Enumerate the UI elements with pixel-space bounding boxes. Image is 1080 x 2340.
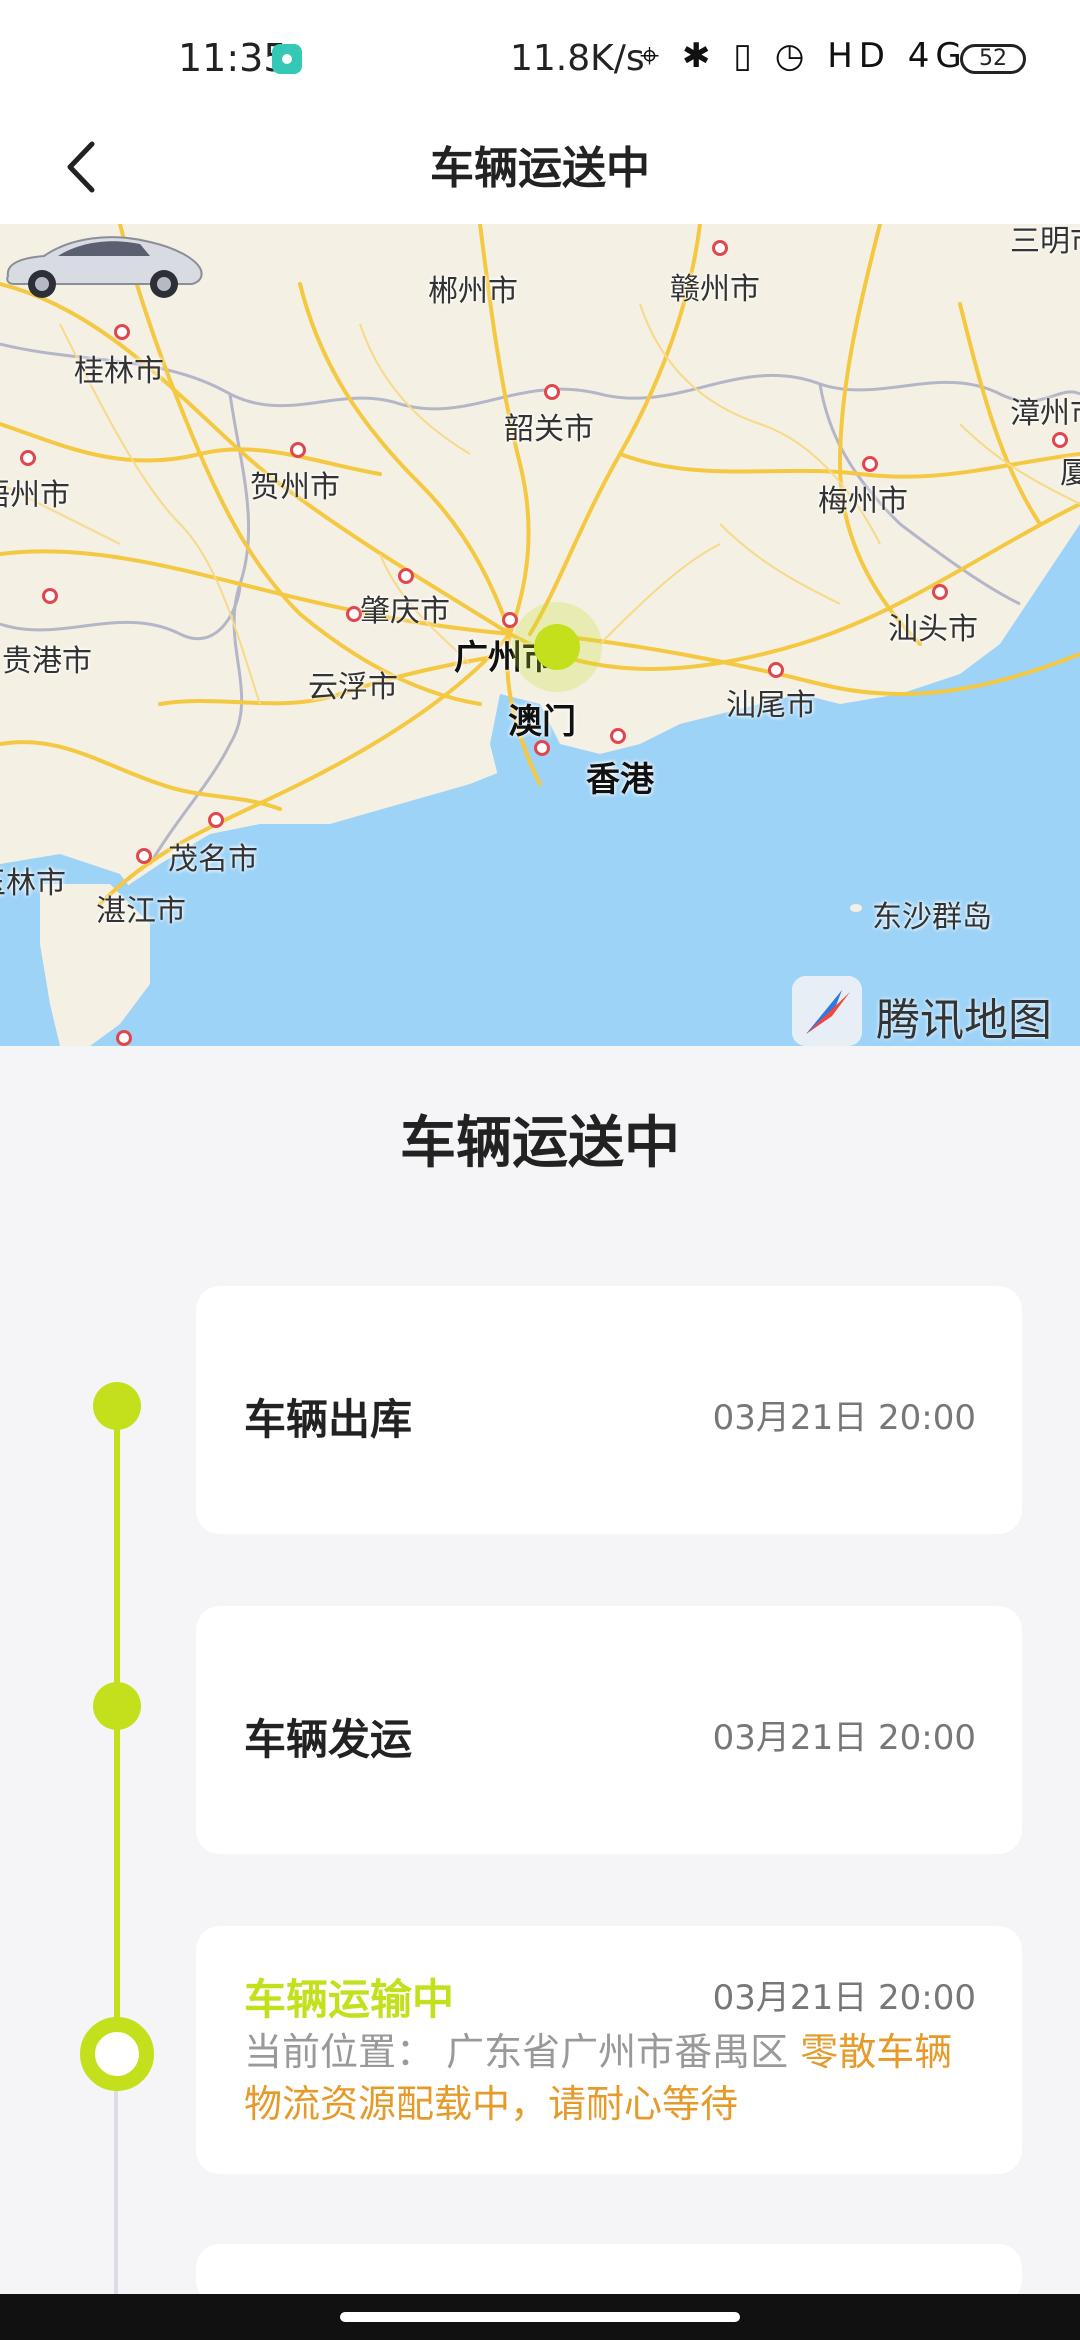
city-marker [610,728,626,744]
map-label-chenzhou: 郴州市 [428,274,518,309]
map-label-xiamen: 厦门 [1060,456,1080,491]
map-label-dongsha: 东沙群岛 [872,900,992,935]
city-marker [768,662,784,678]
timeline-card: 车辆出库 03月21日 20:00 [196,1286,1022,1534]
city-marker [290,442,306,458]
map-label-guigang: 贵港市 [2,644,92,679]
timeline-card: 车辆发运 03月21日 20:00 [196,1606,1022,1854]
city-marker [1052,432,1068,448]
map-brand-text: 腾讯地图 [876,995,1052,1046]
timeline-card-current: 车辆运输中 03月21日 20:00 当前位置： 广东省广州市番禺区 零散车辆物… [196,1926,1022,2174]
timeline-card-title: 车辆运输中 [244,1975,455,2024]
map-label-zhangzhou: 漳州市 [1010,396,1080,431]
map-label-hongkong: 香港 [586,760,654,800]
timeline-dot-done [93,1682,141,1730]
city-marker [502,612,518,628]
map-label-macau: 澳门 [508,702,576,742]
map-label-meizhou: 梅州市 [818,484,908,519]
nav-bar: 车辆运送中 [0,110,1080,224]
timeline-dot-done [93,1382,141,1430]
location-value: 广东省广州市番禺区 [446,2030,789,2074]
map-label-shantou: 汕头市 [888,612,978,647]
section-title: 车辆运送中 [400,1111,680,1176]
map-label-hezhou: 贺州市 [250,470,340,505]
city-marker [208,812,224,828]
tencent-map-logo-icon [792,976,862,1046]
timeline-card-time: 03月21日 20:00 [712,1978,976,2018]
timeline-card-time: 03月21日 20:00 [712,1718,976,1758]
map-label-yunfu: 云浮市 [308,670,398,705]
network-speed: 11.8K/s [510,38,645,79]
map-label-shaoguan: 韶关市 [504,412,594,447]
timeline-card-title: 车辆出库 [244,1395,413,1444]
map-label-zhaoqing: 肇庆市 [360,594,450,629]
current-location-marker [534,624,580,670]
shield-icon [272,44,302,74]
city-marker [862,456,878,472]
city-marker [712,240,728,256]
timeline-card-title: 车辆发运 [244,1715,413,1764]
city-marker [116,1030,132,1046]
map-label-wuzhou: 梧州市 [0,478,70,513]
map-label-yulin: 玉林市 [0,866,66,901]
city-marker [20,450,36,466]
map-label-ganzhou: 赣州市 [670,272,760,307]
map-label-zhanjiang: 湛江市 [96,894,186,929]
timeline-card-time: 03月21日 20:00 [712,1398,976,1438]
location-label: 当前位置： [244,2030,435,2074]
timeline-dot-current [80,2017,154,2091]
map-view[interactable]: 三明市 郴州市 赣州市 桂林市 韶关市 漳州市 贺州市 梧州市 梅州市 厦门 肇… [0,224,1080,1046]
map-label-guilin: 桂林市 [74,354,164,389]
city-marker [398,568,414,584]
city-marker [42,588,58,604]
status-bar: 11:35 11.8K/s ⌖ ✱ ▯ ◷ HD 4G 52 [0,0,1080,110]
page-title: 车辆运送中 [430,143,650,194]
map-label-maoming: 茂名市 [168,842,258,877]
map-label-shanwei: 汕尾市 [726,688,816,723]
city-marker [544,384,560,400]
status-icons: ⌖ ✱ ▯ ◷ HD 4G [640,36,968,76]
battery-icon: 52 [960,44,1026,74]
timeline-card-detail: 当前位置： 广东省广州市番禺区 零散车辆物流资源配载中，请耐心等待 [244,2026,984,2130]
home-indicator[interactable] [340,2312,740,2322]
city-marker [114,324,130,340]
car-icon [6,236,203,298]
city-marker [932,584,948,600]
map-label-sanming: 三明市 [1010,224,1080,259]
city-marker [136,848,152,864]
